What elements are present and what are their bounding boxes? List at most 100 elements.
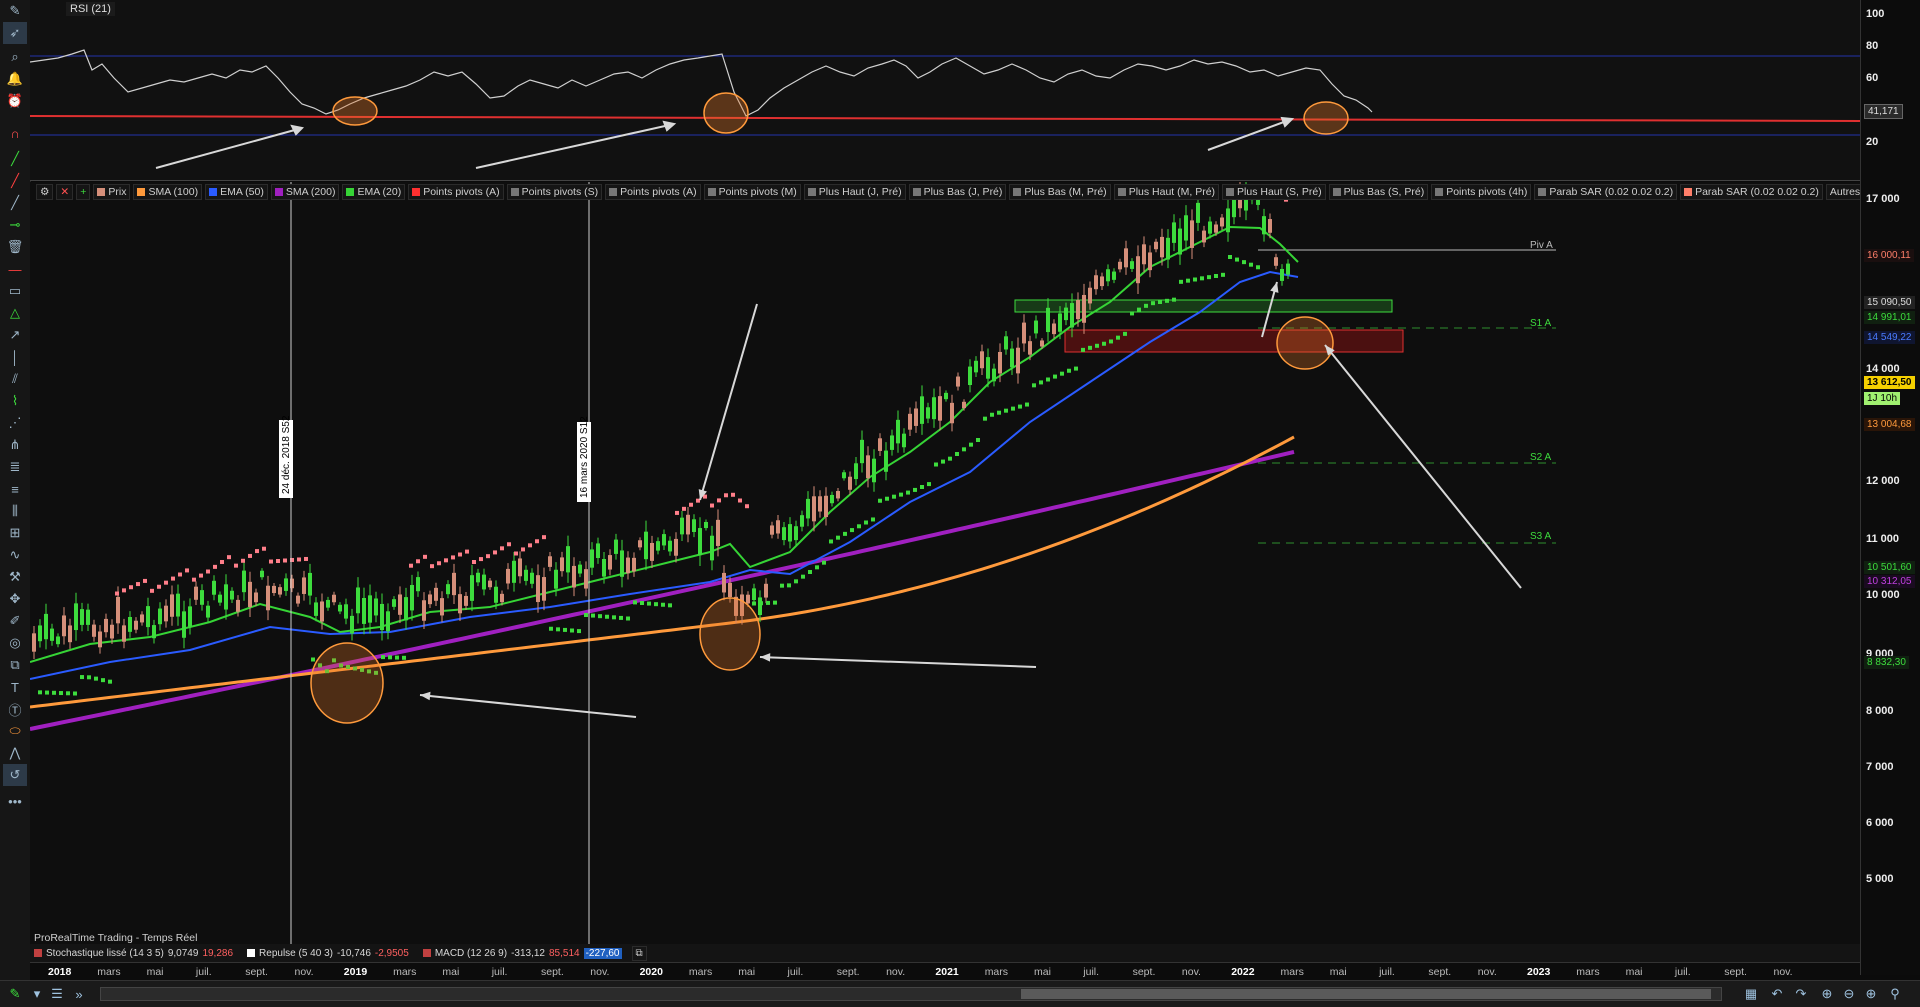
fibonacci-retracement-icon[interactable]: ≣: [3, 456, 27, 478]
zoom-settings-icon[interactable]: ⚲: [1886, 985, 1904, 1003]
candle-body: [410, 585, 414, 611]
cursor-icon[interactable]: ➶: [3, 22, 27, 44]
gann-icon[interactable]: ⊞: [3, 522, 27, 544]
legend-item[interactable]: Parab SAR (0.02 0.02 0.2): [1534, 184, 1678, 200]
zoom-icon[interactable]: ⌕: [3, 46, 27, 68]
psar-dot: [1011, 406, 1015, 411]
zoom-in-icon[interactable]: ⊕: [1862, 985, 1880, 1003]
scrollbar-thumb[interactable]: [1021, 989, 1711, 999]
ellipse-icon[interactable]: ⬭: [3, 720, 27, 742]
more-dots-icon[interactable]: •••: [3, 790, 27, 812]
fibonacci-time-icon[interactable]: ⫼: [3, 500, 27, 522]
channel-icon[interactable]: ⫽: [3, 368, 27, 390]
alarm-icon[interactable]: ⏰: [3, 90, 27, 112]
date-label: mars: [393, 966, 417, 978]
candle-body: [704, 521, 708, 529]
legend-settings-icon[interactable]: ⚙: [36, 184, 54, 200]
trendline-green-icon[interactable]: ╱: [3, 148, 27, 170]
spiral-icon[interactable]: ◎: [3, 632, 27, 654]
legend-item[interactable]: Points pivots (A): [605, 184, 701, 200]
fibonacci-extension-icon[interactable]: ≡: [3, 478, 27, 500]
drawing-mode-icon[interactable]: ✎: [6, 985, 24, 1003]
redo-icon[interactable]: ↷: [1792, 985, 1810, 1003]
legend-item[interactable]: Plus Haut (S, Pré): [1222, 184, 1326, 200]
indicator-repulse[interactable]: Repulse (5 40 3) -10,746 -2,9505: [243, 948, 413, 959]
text-bubble-icon[interactable]: Ⓣ: [3, 698, 27, 720]
indicator-stoch[interactable]: Stochastique lissé (14 3 5) 9,0749 19,28…: [30, 948, 237, 959]
candle-body: [536, 575, 540, 603]
legend-item[interactable]: Points pivots (4h): [1431, 184, 1532, 200]
legend-item[interactable]: Points pivots (M): [703, 184, 801, 200]
legend-item[interactable]: Plus Haut (M, Pré): [1113, 184, 1220, 200]
rectangle-icon[interactable]: ▭: [3, 280, 27, 302]
scroll-end-icon[interactable]: »: [70, 985, 88, 1003]
magnet-icon[interactable]: ∩: [3, 122, 27, 144]
date-label: juil.: [1674, 966, 1691, 978]
candle-body: [998, 351, 1002, 374]
elliott-wave-icon[interactable]: ⋀: [3, 742, 27, 764]
trendline-red-icon[interactable]: ╱: [3, 170, 27, 192]
legend-item[interactable]: Parab SAR (0.02 0.02 0.2): [1680, 184, 1823, 200]
horizontal-line-icon[interactable]: —: [3, 258, 27, 280]
psar-dot: [808, 570, 812, 574]
zigzag-icon[interactable]: ⌇: [3, 390, 27, 412]
legend-item[interactable]: Plus Haut (J, Pré): [803, 184, 906, 200]
psar-dot: [689, 502, 693, 507]
undo-icon[interactable]: ↶: [1768, 985, 1786, 1003]
calendar-icon[interactable]: ▦: [1742, 985, 1760, 1003]
horizontal-ray-icon[interactable]: ⊸: [3, 214, 27, 236]
lasso-icon[interactable]: ↺: [3, 764, 27, 786]
triangle-icon[interactable]: △: [3, 302, 27, 324]
legend-item[interactable]: EMA (20): [342, 184, 406, 200]
time-scrollbar[interactable]: [100, 987, 1722, 1001]
expand-panels-icon[interactable]: ⧉: [631, 945, 647, 961]
dropdown-icon[interactable]: ▾: [28, 985, 46, 1003]
legend-item[interactable]: Plus Bas (S, Pré): [1328, 184, 1429, 200]
rsi-title[interactable]: RSI (21): [66, 2, 115, 16]
indicator-macd[interactable]: MACD (12 26 9) -313,12 85,514 -227,60: [419, 947, 626, 959]
legend-item[interactable]: Points pivots (S): [506, 184, 603, 200]
trash-icon[interactable]: 🗑: [3, 236, 27, 258]
fibonacci-fan-icon[interactable]: ⋰: [3, 412, 27, 434]
trendline-icon[interactable]: ╱: [3, 192, 27, 214]
brush-icon[interactable]: ✐: [3, 610, 27, 632]
menu-icon[interactable]: ☰: [48, 985, 66, 1003]
zoom-out-icon[interactable]: ⊖: [1840, 985, 1858, 1003]
date-label: nov.: [1181, 966, 1201, 978]
ruler-icon[interactable]: ✎: [3, 0, 27, 22]
copy-icon[interactable]: ⧉: [3, 654, 27, 676]
vertical-line-icon[interactable]: │: [3, 346, 27, 368]
legend-item[interactable]: Plus Bas (M, Pré): [1009, 184, 1111, 200]
legend-add-icon[interactable]: +: [76, 184, 91, 200]
andrews-pitchfork-icon[interactable]: ⋔: [3, 434, 27, 456]
psar-dot: [465, 549, 469, 554]
psar-dot: [493, 550, 497, 555]
candle-body: [950, 402, 954, 424]
legend-more-button[interactable]: Autres: [1825, 184, 1865, 200]
text-icon[interactable]: T: [3, 676, 27, 698]
legend-item[interactable]: Points pivots (A): [408, 184, 504, 200]
legend-item[interactable]: SMA (100): [133, 184, 203, 200]
legend-item[interactable]: Prix: [93, 184, 131, 200]
legend-item[interactable]: Plus Bas (J, Pré): [908, 184, 1007, 200]
legend-close-icon[interactable]: ✕: [56, 184, 74, 200]
arrow-icon[interactable]: ↗: [3, 324, 27, 346]
wave-icon[interactable]: ∿: [3, 544, 27, 566]
tools-icon[interactable]: ⚒: [3, 566, 27, 588]
psar-dot: [941, 459, 945, 464]
psar-dot: [1081, 347, 1085, 352]
legend-label: EMA (50): [220, 186, 264, 198]
zoom-fit-icon[interactable]: ⊕: [1818, 985, 1836, 1003]
move-icon[interactable]: ✥: [3, 588, 27, 610]
alert-bell-icon[interactable]: 🔔: [3, 68, 27, 90]
psar-dot: [955, 452, 959, 456]
legend-label: Plus Bas (S, Pré): [1343, 186, 1425, 198]
candle-body: [224, 584, 228, 610]
candle-body: [1202, 230, 1206, 243]
candle-body: [320, 601, 324, 622]
legend-item[interactable]: EMA (50): [205, 184, 268, 200]
legend-item[interactable]: SMA (200): [270, 184, 340, 200]
candle-body: [170, 594, 174, 617]
legend-label: Parab SAR (0.02 0.02 0.2): [1549, 186, 1674, 198]
candle-body: [578, 564, 582, 574]
